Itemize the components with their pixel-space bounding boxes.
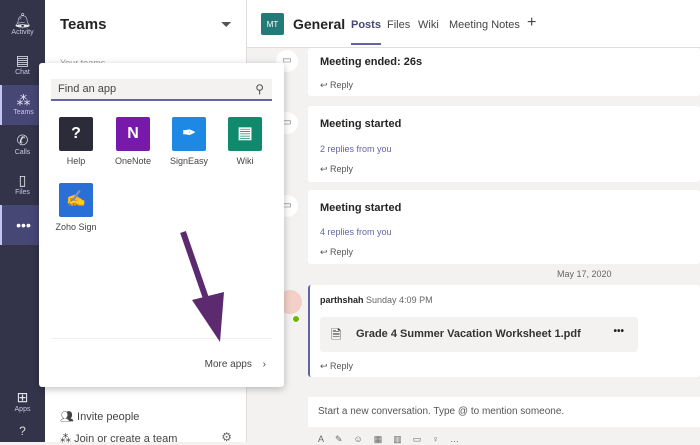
annotation-arrow — [180, 231, 224, 342]
arrow-head — [192, 292, 224, 342]
